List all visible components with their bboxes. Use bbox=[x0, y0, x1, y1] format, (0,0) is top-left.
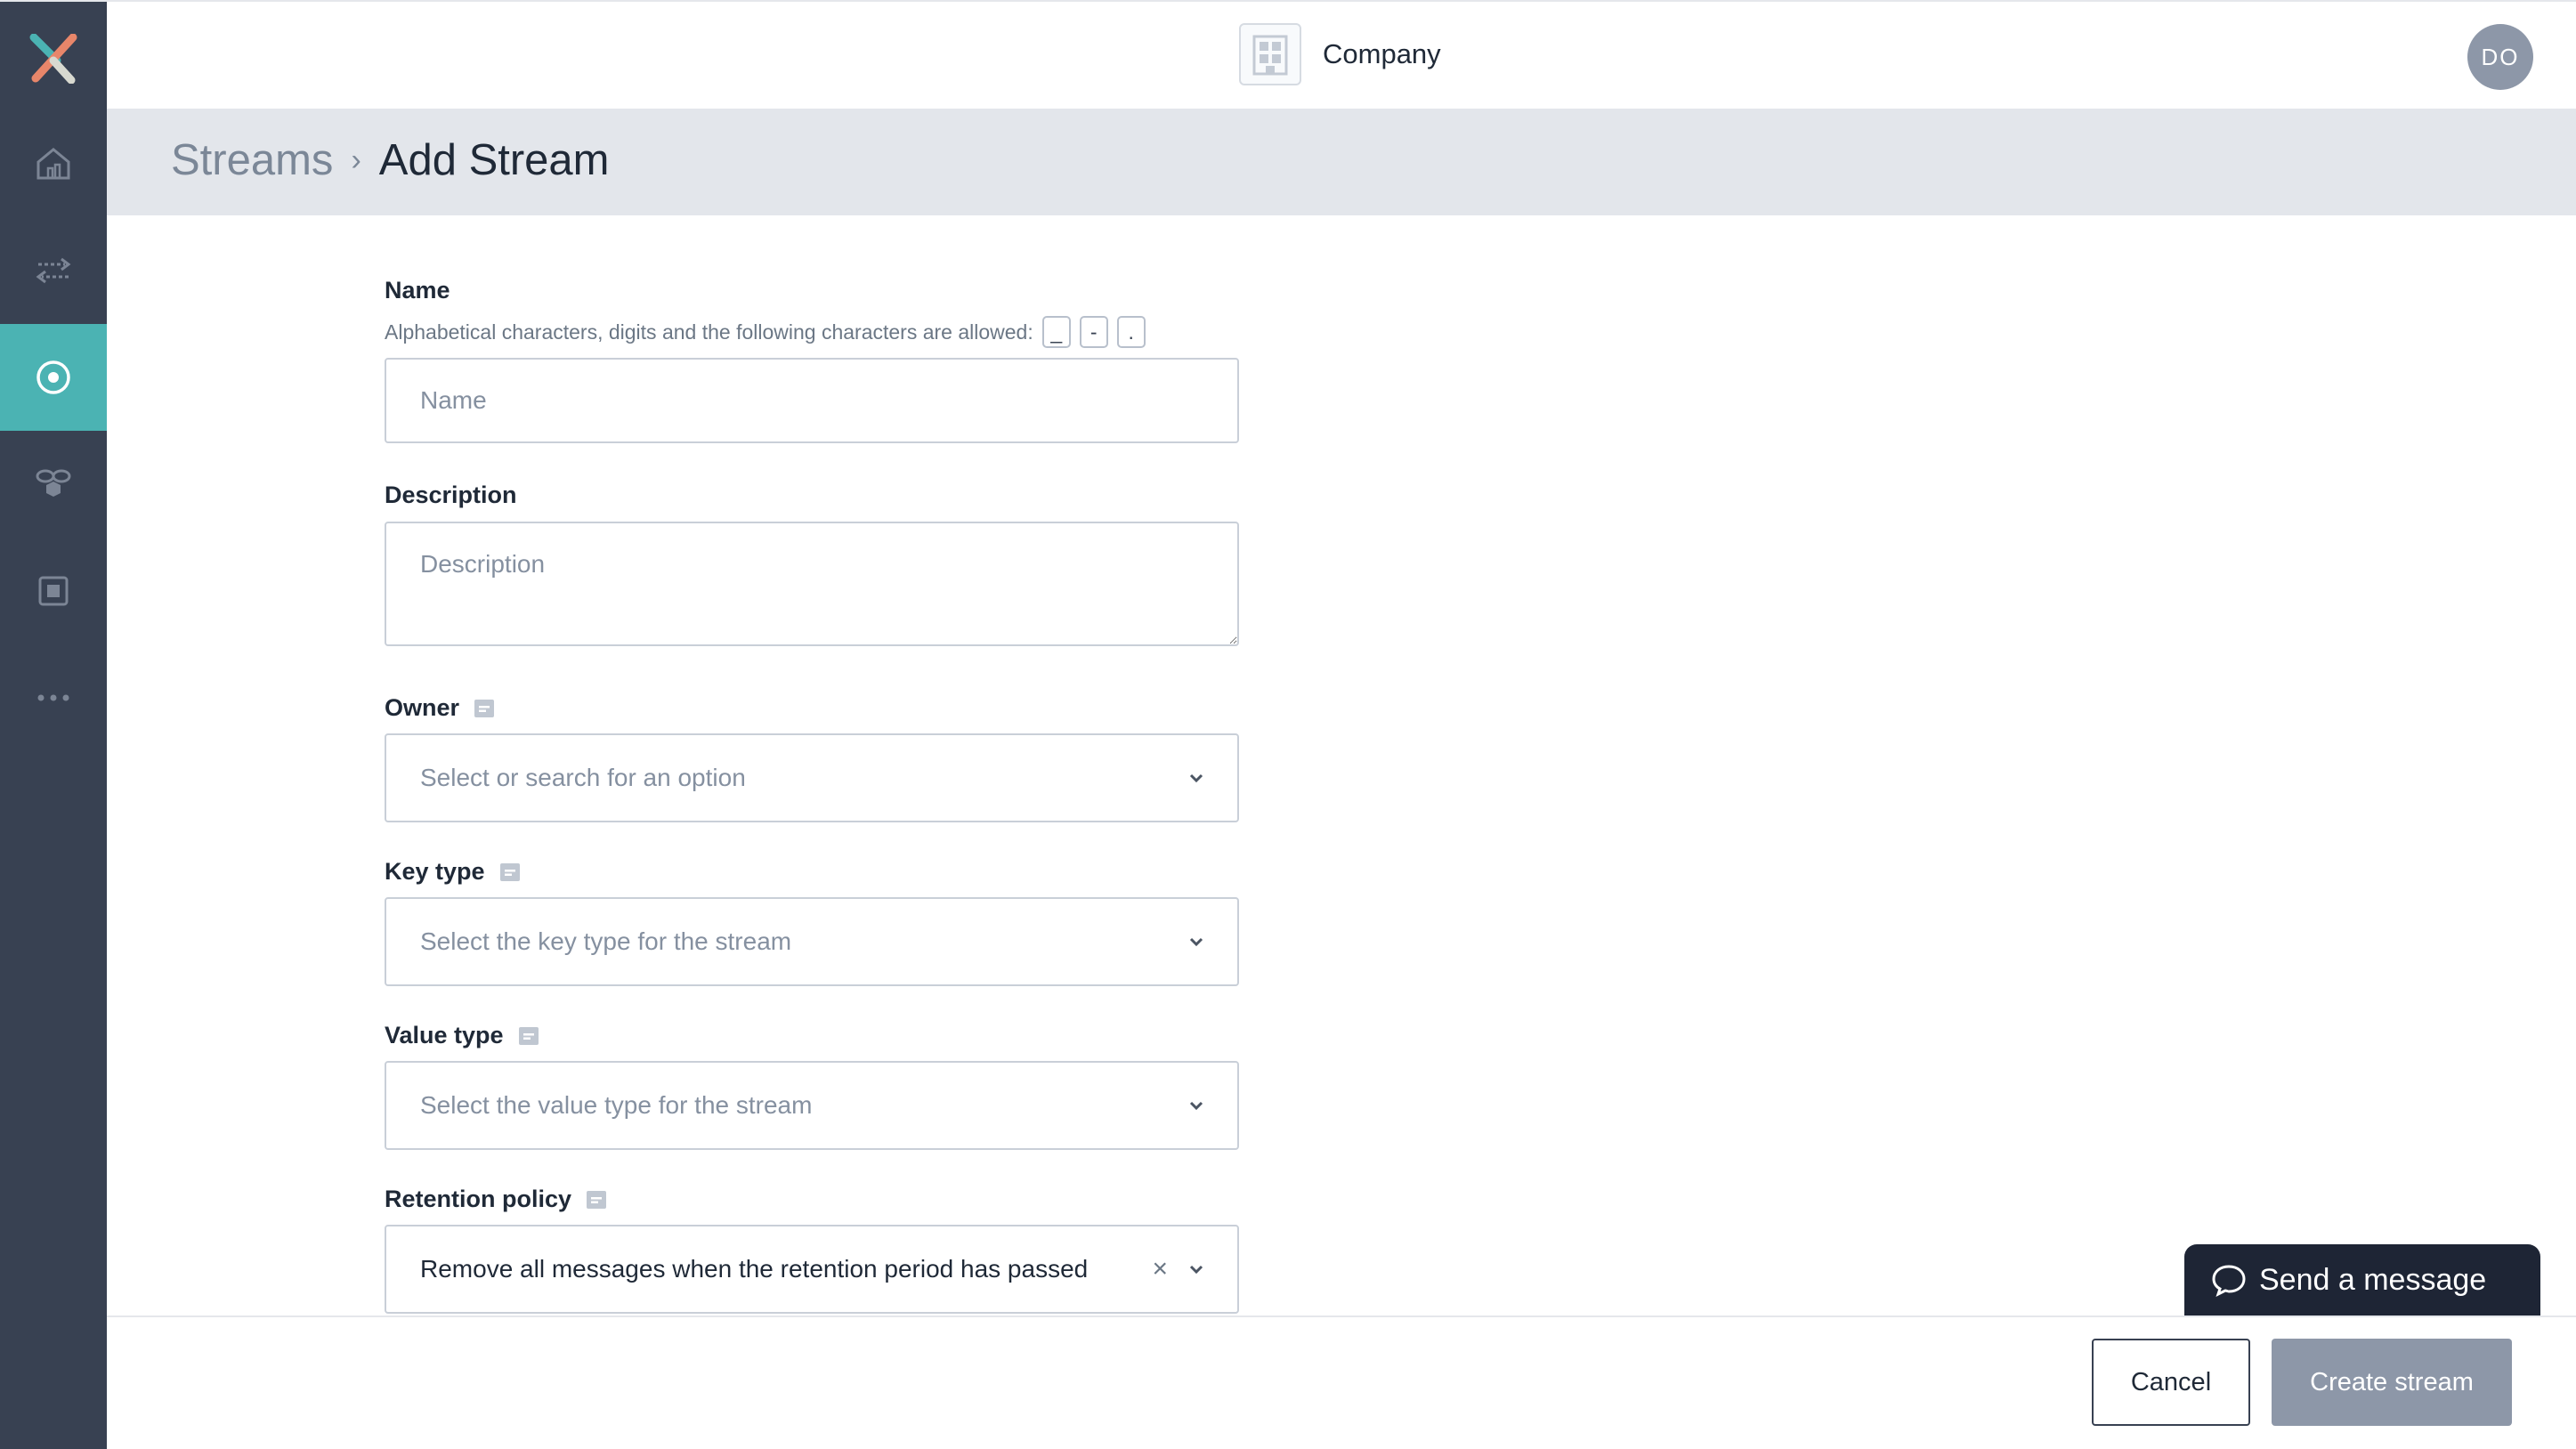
cancel-button[interactable]: Cancel bbox=[2092, 1339, 2250, 1426]
key-type-select[interactable]: Select the key type for the stream bbox=[385, 897, 1239, 986]
description-input[interactable] bbox=[385, 522, 1239, 646]
bees-icon bbox=[36, 469, 71, 497]
chip-icon bbox=[38, 576, 69, 606]
breadcrumb-bar: Streams › Add Stream bbox=[107, 109, 2576, 215]
send-message-widget[interactable]: Send a message bbox=[2184, 1244, 2540, 1315]
key-type-label-text: Key type bbox=[385, 858, 485, 885]
key-type-label: Key type bbox=[385, 858, 521, 886]
chevron-down-icon bbox=[1189, 773, 1203, 783]
send-message-label: Send a message bbox=[2259, 1262, 2487, 1297]
create-stream-button[interactable]: Create stream bbox=[2272, 1339, 2512, 1426]
breadcrumb-streams-link[interactable]: Streams bbox=[171, 135, 333, 185]
allowed-char-underscore: _ bbox=[1041, 316, 1071, 348]
retention-policy-select[interactable]: Remove all messages when the retention p… bbox=[385, 1225, 1239, 1314]
building-icon bbox=[1239, 23, 1301, 85]
name-help-text: Alphabetical characters, digits and the … bbox=[385, 316, 1146, 348]
sidebar-item-home[interactable] bbox=[0, 110, 107, 217]
info-icon[interactable] bbox=[586, 1190, 607, 1210]
name-help-message: Alphabetical characters, digits and the … bbox=[385, 320, 1033, 344]
value-type-label: Value type bbox=[385, 1022, 539, 1049]
logo-icon[interactable] bbox=[27, 34, 80, 84]
name-input[interactable] bbox=[385, 358, 1239, 443]
top-bar: Company DO bbox=[107, 0, 2576, 109]
allowed-char-dot: . bbox=[1116, 316, 1146, 348]
sidebar bbox=[0, 0, 107, 1449]
target-icon bbox=[36, 360, 70, 394]
chevron-down-icon bbox=[1189, 937, 1203, 947]
info-icon[interactable] bbox=[499, 862, 521, 882]
sidebar-item-more[interactable] bbox=[0, 644, 107, 751]
breadcrumb-separator: › bbox=[351, 142, 361, 177]
info-icon[interactable] bbox=[518, 1026, 539, 1046]
sidebar-item-pipelines[interactable] bbox=[0, 217, 107, 324]
owner-label-text: Owner bbox=[385, 694, 460, 721]
chat-bubble-icon bbox=[2212, 1265, 2246, 1297]
info-icon[interactable] bbox=[474, 699, 495, 718]
value-type-placeholder: Select the value type for the stream bbox=[420, 1091, 813, 1119]
avatar[interactable]: DO bbox=[2467, 24, 2533, 90]
company-switcher[interactable]: Company bbox=[1239, 23, 1441, 85]
owner-select[interactable]: Select or search for an option bbox=[385, 733, 1239, 822]
clear-icon[interactable]: × bbox=[1152, 1254, 1168, 1284]
sidebar-item-apps[interactable] bbox=[0, 538, 107, 644]
owner-placeholder: Select or search for an option bbox=[420, 764, 746, 791]
retention-policy-value: Remove all messages when the retention p… bbox=[420, 1255, 1089, 1283]
retention-policy-label: Retention policy bbox=[385, 1186, 607, 1213]
arrows-icon bbox=[36, 257, 71, 284]
value-type-label-text: Value type bbox=[385, 1022, 504, 1048]
retention-policy-label-text: Retention policy bbox=[385, 1186, 572, 1212]
page-title: Add Stream bbox=[378, 136, 610, 184]
more-icon bbox=[37, 694, 69, 701]
owner-label: Owner bbox=[385, 694, 495, 722]
company-name: Company bbox=[1323, 38, 1441, 69]
key-type-placeholder: Select the key type for the stream bbox=[420, 927, 792, 955]
value-type-select[interactable]: Select the value type for the stream bbox=[385, 1061, 1239, 1150]
home-icon bbox=[36, 148, 70, 180]
description-label: Description bbox=[385, 482, 517, 508]
allowed-char-dash: - bbox=[1079, 316, 1108, 348]
sidebar-item-streams[interactable] bbox=[0, 324, 107, 431]
sidebar-item-connectors[interactable] bbox=[0, 431, 107, 538]
breadcrumb: Streams › Add Stream bbox=[171, 135, 610, 185]
chevron-down-icon bbox=[1189, 1101, 1203, 1111]
chevron-down-icon bbox=[1189, 1265, 1203, 1275]
name-label: Name bbox=[385, 277, 450, 304]
